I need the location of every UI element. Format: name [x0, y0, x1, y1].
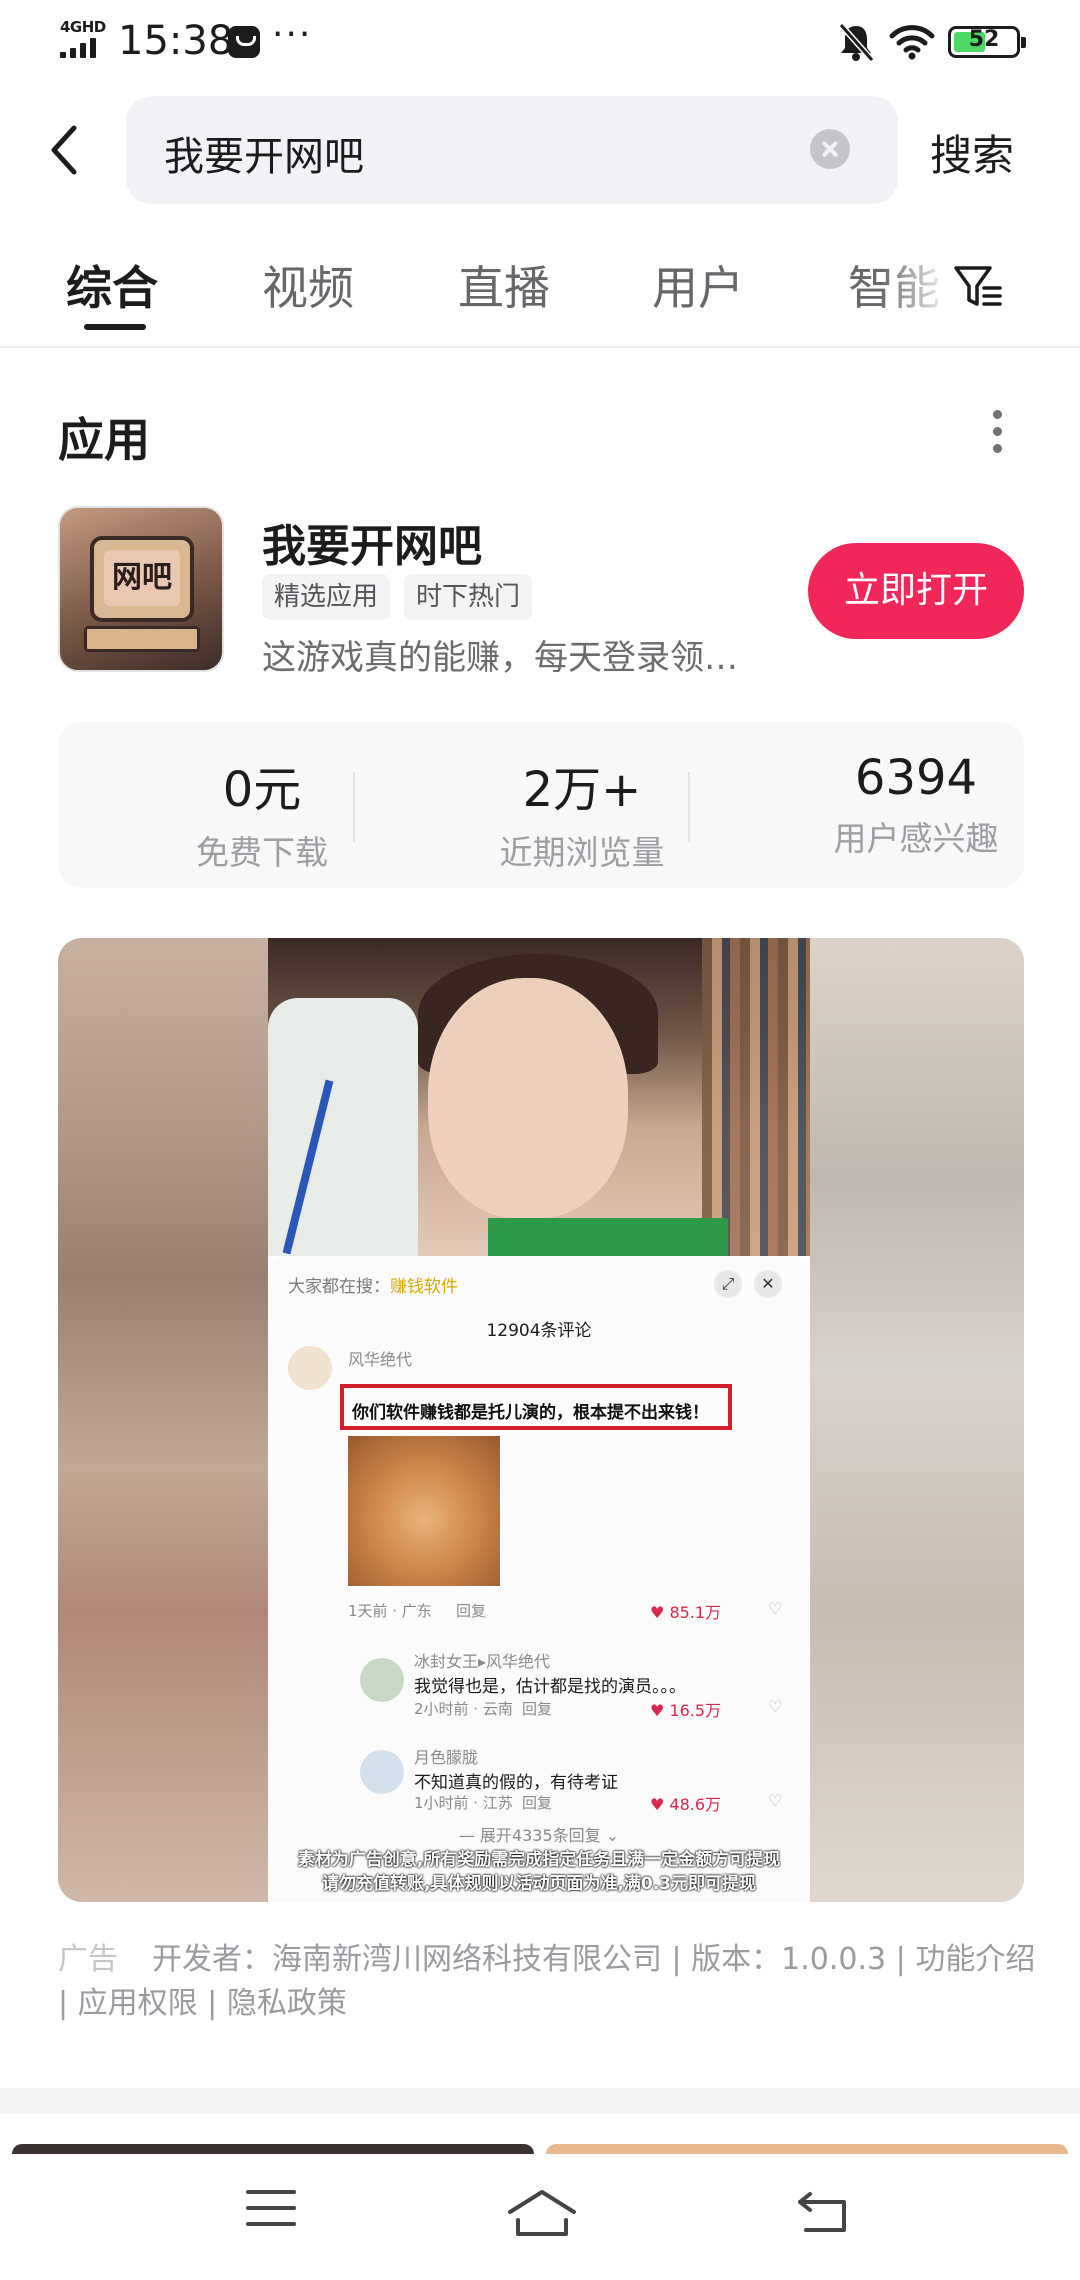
active-tab-indicator	[84, 324, 146, 330]
open-app-button[interactable]: 立即打开	[808, 543, 1024, 639]
back-arrow-icon[interactable]	[44, 118, 92, 182]
network-type: 4GHD	[60, 18, 106, 36]
ad-developer-info: 广告 开发者：海南新湾川网络科技有限公司 | 版本：1.0.0.3 | 功能介绍 …	[58, 1938, 1038, 2026]
tab-comprehensive[interactable]: 综合	[66, 252, 158, 318]
next-results-peek	[0, 2114, 1080, 2154]
comment-panel: 大家都在搜：赚钱软件 ⤢ ✕ 12904条评论 风华绝代 你们软件赚钱都是托儿演…	[268, 1256, 810, 1902]
app-icon-text: 网吧	[104, 550, 180, 606]
search-query: 我要开网吧	[164, 134, 364, 180]
app-name[interactable]: 我要开网吧	[262, 510, 482, 574]
blurred-background-right	[810, 938, 1024, 1902]
app-tags: 精选应用 时下热门	[262, 574, 533, 620]
battery-level: 52	[968, 27, 1000, 52]
video-frame: 大家都在搜：赚钱软件 ⤢ ✕ 12904条评论 风华绝代 你们软件赚钱都是托儿演…	[268, 938, 810, 1902]
filter-icon[interactable]	[950, 258, 1006, 314]
section-separator	[0, 2088, 1080, 2114]
avatar	[288, 1346, 332, 1390]
avatar	[360, 1658, 404, 1702]
like-count: ♥ 48.6万	[650, 1795, 722, 1814]
like-icon: ♡	[768, 1791, 783, 1810]
search-button[interactable]: 搜索	[930, 122, 1014, 183]
comment-meta: 1小时前 · 江苏	[414, 1794, 513, 1812]
app-description: 这游戏真的能赚，每天登录领…	[262, 638, 738, 678]
ad-label: 广告	[58, 1942, 118, 1977]
tab-users[interactable]: 用户	[652, 252, 744, 318]
like-icon: ♡	[768, 1697, 783, 1716]
stat-value: 2万+	[522, 762, 642, 818]
close-icon: ✕	[754, 1270, 782, 1298]
reply-link: 回复	[522, 1700, 553, 1718]
app-stats: 0元 免费下载 2万+ 近期浏览量 6394 用户感兴趣	[58, 722, 1024, 888]
comment-user: 风华绝代	[348, 1350, 413, 1369]
stat-divider	[353, 772, 355, 842]
expand-icon: ⤢	[714, 1270, 742, 1298]
comment-meta: 2小时前 · 云南	[414, 1700, 513, 1718]
tab-live[interactable]: 直播	[458, 252, 550, 318]
stat-value: 6394	[854, 750, 978, 806]
clear-icon[interactable]	[810, 129, 850, 169]
home-button[interactable]	[506, 2186, 578, 2242]
stat-item: 2万+ 近期浏览量	[462, 750, 702, 874]
search-result-tabs: 综合 视频 直播 用户 智能	[0, 240, 1080, 348]
stat-label: 免费下载	[196, 833, 328, 872]
recent-apps-button[interactable]	[246, 2190, 296, 2230]
bell-muted-icon	[838, 23, 875, 62]
message-notification-icon	[228, 26, 260, 58]
like-count: ♥ 16.5万	[650, 1701, 722, 1720]
ad-video-preview[interactable]: 大家都在搜：赚钱软件 ⤢ ✕ 12904条评论 风华绝代 你们软件赚钱都是托儿演…	[58, 938, 1024, 1902]
highlighted-comment: 你们软件赚钱都是托儿演的，根本提不出来钱！	[340, 1384, 732, 1430]
wifi-icon	[889, 25, 935, 60]
more-options-icon[interactable]	[990, 410, 1004, 460]
comment-count: 12904条评论	[486, 1321, 592, 1341]
system-nav-bar	[0, 2154, 1080, 2280]
ad-disclaimer-subtitle: 素材为广告创意,所有奖励需完成指定任务且满一定金额方可提现 请勿充值转账,具体规…	[297, 1850, 781, 1894]
avatar	[360, 1750, 404, 1794]
back-button[interactable]	[796, 2190, 850, 2234]
video-scene	[268, 938, 810, 1258]
blurred-background-left	[58, 938, 268, 1902]
expand-replies: — 展开4335条回复 ⌄	[458, 1826, 620, 1845]
comment-text: 不知道真的假的，有待考证	[414, 1773, 618, 1793]
stat-label: 近期浏览量	[499, 833, 665, 872]
comment-meta: 1天前 · 广东	[348, 1602, 432, 1620]
stat-divider	[688, 772, 690, 842]
app-tag: 精选应用	[262, 574, 391, 620]
result-card-peek[interactable]	[546, 2144, 1068, 2154]
section-title: 应用	[58, 413, 150, 467]
stat-item: 0元 免费下载	[142, 750, 382, 874]
comment-text: 你们软件赚钱都是托儿演的，根本提不出来钱！	[352, 1403, 709, 1423]
battery-icon: 52	[948, 26, 1026, 58]
like-icon: ♡	[768, 1599, 783, 1618]
stat-value: 0元	[222, 762, 302, 818]
comment-user: 冰封女王▸风华绝代	[414, 1652, 551, 1671]
app-icon[interactable]: 网吧	[58, 506, 224, 672]
app-tag: 时下热门	[404, 574, 533, 620]
status-bar: 4GHD 15:38 ··· 52	[0, 0, 1080, 84]
comment-image	[348, 1436, 500, 1586]
hot-search-hint: 大家都在搜：赚钱软件	[288, 1277, 458, 1297]
stat-label: 用户感兴趣	[833, 819, 999, 858]
developer-info-text[interactable]: 开发者：海南新湾川网络科技有限公司 | 版本：1.0.0.3 | 功能介绍 | …	[58, 1942, 1035, 2021]
reply-link: 回复	[456, 1602, 487, 1620]
status-time: 15:38	[118, 18, 234, 64]
signal-icon: 4GHD	[60, 18, 108, 60]
more-notifications-indicator: ···	[272, 14, 313, 55]
tab-video[interactable]: 视频	[262, 252, 354, 318]
comment-text: 我觉得也是，估计都是找的演员。。。	[414, 1677, 686, 1697]
reply-link: 回复	[522, 1794, 553, 1812]
result-card-peek[interactable]	[12, 2144, 534, 2154]
stat-item: 6394 用户感兴趣	[796, 750, 1036, 860]
search-input[interactable]: 我要开网吧	[126, 96, 898, 204]
comment-user: 月色朦胧	[414, 1748, 479, 1767]
like-count: ♥ 85.1万	[650, 1603, 722, 1622]
